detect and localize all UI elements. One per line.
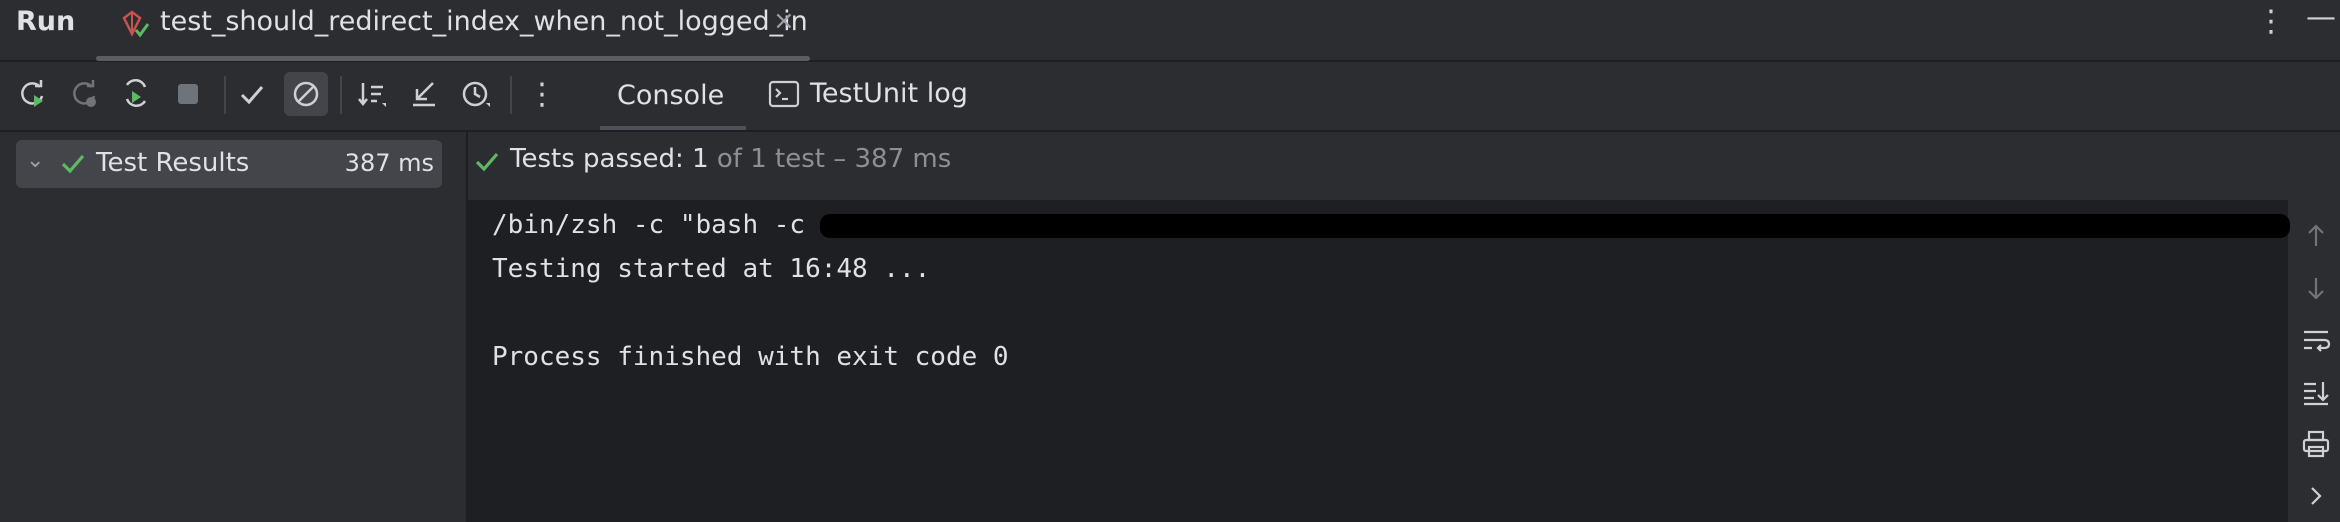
tab-testunit-log[interactable]: TestUnit log	[768, 78, 968, 109]
test-tree-panel: ⌄ Test Results 387 ms	[0, 132, 468, 522]
close-tab-icon[interactable]: ×	[773, 6, 795, 36]
tree-node-label: Test Results	[96, 148, 250, 178]
test-status-text: Tests passed: 1 of 1 test – 387 ms	[510, 144, 951, 174]
status-passed-label: Tests passed:	[510, 144, 684, 174]
tab-console[interactable]: Console	[617, 80, 724, 111]
run-toolbar: ⋮ Console TestUnit log	[0, 62, 2340, 132]
toggle-auto-test-button[interactable]	[116, 74, 156, 114]
toolbar-separator	[224, 76, 226, 114]
chevron-down-icon[interactable]: ⌄	[26, 148, 44, 173]
run-tool-window-header: Run test_should_redirect_index_when_not_…	[0, 0, 2340, 62]
history-icon	[462, 81, 490, 107]
chevron-right-icon[interactable]	[2300, 480, 2332, 512]
rerun-button[interactable]	[12, 74, 52, 114]
console-output[interactable]: /bin/zsh -c "bash -c Testing started at …	[468, 200, 2290, 522]
toolbar-separator	[340, 76, 342, 114]
status-total: of 1 test – 387 ms	[716, 144, 952, 174]
terminal-icon	[768, 80, 800, 107]
passed-check-icon	[61, 154, 85, 174]
tab-scrollbar[interactable]	[96, 56, 810, 61]
test-history-button[interactable]	[456, 74, 496, 114]
sort-button[interactable]	[352, 74, 392, 114]
print-icon[interactable]	[2300, 428, 2332, 460]
collapse-icon	[413, 82, 435, 107]
tool-window-title: Run	[16, 6, 76, 37]
more-options-icon[interactable]: ⋮	[2256, 4, 2286, 39]
ruby-test-icon	[122, 10, 150, 38]
sort-icon	[358, 83, 386, 107]
collapse-all-button[interactable]	[404, 74, 444, 114]
toggle-auto-test-icon	[125, 78, 147, 108]
checkmark-icon	[240, 86, 264, 105]
show-ignored-button[interactable]	[284, 72, 328, 116]
tree-node-test-results[interactable]: ⌄ Test Results 387 ms	[16, 140, 442, 188]
stop-icon	[178, 84, 198, 104]
console-line: Process finished with exit code 0	[492, 342, 1009, 372]
console-line: Testing started at 16:48 ...	[492, 254, 931, 284]
rerun-failed-icon	[73, 80, 96, 107]
minimize-icon[interactable]: —	[2306, 0, 2336, 35]
passed-check-icon	[475, 152, 499, 172]
run-config-tab[interactable]: test_should_redirect_index_when_not_logg…	[118, 0, 818, 60]
toolbar-separator	[510, 76, 512, 114]
tree-node-duration: 387 ms	[344, 149, 434, 177]
status-passed-count: 1	[692, 144, 709, 174]
scroll-to-end-icon[interactable]	[2300, 376, 2332, 408]
toolbar-more-button[interactable]: ⋮	[522, 74, 562, 114]
arrow-down-icon[interactable]	[2300, 272, 2332, 304]
rerun-failed-button[interactable]	[64, 74, 104, 114]
active-tab-indicator	[600, 126, 746, 130]
stop-button[interactable]	[168, 74, 208, 114]
ignored-icon	[293, 81, 319, 107]
console-gutter-toolbar	[2290, 200, 2340, 522]
redacted-block	[820, 214, 2290, 238]
more-icon: ⋮	[527, 76, 557, 112]
arrow-up-icon[interactable]	[2300, 220, 2332, 252]
test-status-bar: Tests passed: 1 of 1 test – 387 ms	[468, 132, 2340, 198]
run-config-tab-label: test_should_redirect_index_when_not_logg…	[160, 6, 808, 37]
rerun-icon	[21, 80, 44, 107]
tab-testunit-log-label: TestUnit log	[810, 78, 968, 109]
soft-wrap-icon[interactable]	[2300, 324, 2332, 356]
show-passed-button[interactable]	[232, 74, 272, 114]
console-line: /bin/zsh -c "bash -c	[492, 210, 806, 240]
